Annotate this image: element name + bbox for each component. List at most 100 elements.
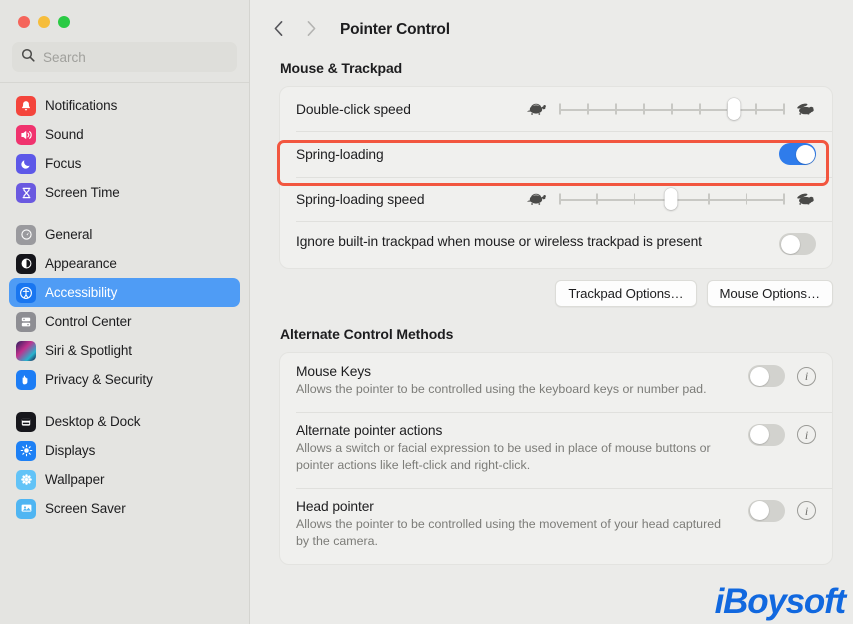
sidebar-item-control-center[interactable]: Control Center — [9, 307, 240, 336]
card-alternate-control-methods: Mouse Keys Allows the pointer to be cont… — [279, 352, 833, 566]
sidebar-item-label: Privacy & Security — [45, 372, 153, 387]
sidebar-group-1: Notifications Sound Focus Screen Time — [9, 91, 240, 207]
sound-icon — [16, 124, 36, 145]
spring-loading-speed-slider[interactable] — [526, 188, 816, 210]
sidebar-item-screen-saver[interactable]: Screen Saver — [9, 494, 240, 523]
alternate-pointer-actions-info-button[interactable]: i — [797, 425, 816, 445]
screen-saver-icon — [16, 498, 36, 519]
section-header-mouse-trackpad: Mouse & Trackpad — [280, 60, 403, 76]
row-description: Allows the pointer to be controlled usin… — [296, 382, 707, 396]
mouse-keys-info-button[interactable]: i — [797, 366, 816, 386]
search-container — [0, 28, 249, 82]
mouse-keys-toggle[interactable] — [748, 365, 785, 387]
system-settings-window: Notifications Sound Focus — [0, 0, 853, 624]
search-box[interactable] — [12, 42, 237, 72]
row-mouse-keys: Mouse Keys Allows the pointer to be cont… — [280, 353, 832, 412]
spring-loading-toggle[interactable] — [779, 143, 816, 165]
settings-content: Mouse & Trackpad Double-click speed Spri… — [250, 60, 853, 566]
sidebar-item-general[interactable]: General — [9, 220, 240, 249]
focus-icon — [16, 153, 36, 174]
row-spring-loading-speed: Spring-loading speed — [280, 177, 832, 221]
row-description: Allows the pointer to be controlled usin… — [296, 516, 721, 549]
sidebar-item-desktop-dock[interactable]: Desktop & Dock — [9, 407, 240, 436]
slider-thumb[interactable] — [727, 98, 741, 120]
traffic-lights — [0, 0, 249, 28]
head-pointer-info-button[interactable]: i — [797, 501, 816, 521]
double-click-speed-slider[interactable] — [526, 98, 816, 120]
sidebar-item-label: Sound — [45, 127, 84, 142]
screen-time-icon — [16, 182, 36, 203]
toggle-knob — [780, 234, 800, 254]
sidebar-item-label: Displays — [45, 443, 96, 458]
sidebar-item-label: Control Center — [45, 314, 132, 329]
control-center-icon — [16, 311, 36, 332]
turtle-icon — [526, 192, 548, 206]
zoom-button[interactable] — [58, 16, 70, 28]
ignore-builtin-trackpad-toggle[interactable] — [779, 233, 816, 255]
card-mouse-trackpad: Double-click speed Spring-loading Spring… — [279, 86, 833, 269]
row-label: Ignore built-in trackpad when mouse or w… — [296, 234, 702, 249]
wallpaper-icon — [16, 469, 36, 490]
sidebar-item-label: Accessibility — [45, 285, 118, 300]
sidebar-item-wallpaper[interactable]: Wallpaper — [9, 465, 240, 494]
row-spring-loading: Spring-loading — [280, 131, 832, 177]
alternate-pointer-actions-toggle[interactable] — [748, 423, 785, 446]
row-label: Spring-loading speed — [296, 191, 425, 207]
page-title: Pointer Control — [340, 21, 450, 38]
sidebar-item-label: Appearance — [45, 256, 117, 271]
sidebar-item-label: Screen Time — [45, 185, 120, 200]
sidebar-item-label: Wallpaper — [45, 472, 105, 487]
sidebar-item-privacy-security[interactable]: Privacy & Security — [9, 365, 240, 394]
sidebar-item-displays[interactable]: Displays — [9, 436, 240, 465]
row-label: Double-click speed — [296, 101, 411, 117]
toggle-knob — [749, 366, 769, 386]
sidebar-nav: Notifications Sound Focus Screen Time Ge… — [0, 83, 249, 624]
turtle-icon — [526, 102, 548, 116]
mouse-options-button[interactable]: Mouse Options… — [706, 280, 833, 307]
toggle-knob — [749, 501, 769, 521]
sidebar-item-label: General — [45, 227, 93, 242]
row-title: Head pointer — [296, 498, 374, 514]
appearance-icon — [16, 253, 36, 274]
displays-icon — [16, 440, 36, 461]
general-icon — [16, 224, 36, 245]
row-double-click-speed: Double-click speed — [280, 87, 832, 131]
row-head-pointer: Head pointer Allows the pointer to be co… — [280, 487, 832, 564]
slider-track[interactable] — [559, 98, 785, 120]
search-input[interactable] — [43, 49, 228, 65]
sidebar-item-accessibility[interactable]: Accessibility — [9, 278, 240, 307]
slider-thumb[interactable] — [664, 188, 678, 210]
row-ignore-builtin-trackpad: Ignore built-in trackpad when mouse or w… — [280, 221, 832, 268]
back-button[interactable] — [266, 17, 292, 43]
row-title: Mouse Keys — [296, 364, 371, 379]
row-description: Allows a switch or facial expression to … — [296, 440, 711, 473]
section-header-alternate-control-methods: Alternate Control Methods — [280, 326, 454, 342]
slider-track[interactable] — [559, 188, 785, 210]
mouse-trackpad-buttons: Trackpad Options… Mouse Options… — [279, 280, 833, 307]
sidebar-item-focus[interactable]: Focus — [9, 149, 240, 178]
sidebar-group-2: General Appearance Accessibility Control… — [9, 220, 240, 394]
toolbar: Pointer Control — [250, 0, 853, 46]
sidebar-item-label: Notifications — [45, 98, 118, 113]
toggle-knob — [749, 425, 769, 445]
rabbit-icon — [794, 192, 816, 206]
sidebar: Notifications Sound Focus — [0, 0, 250, 624]
row-alternate-pointer-actions: Alternate pointer actions Allows a switc… — [280, 411, 832, 488]
sidebar-item-screen-time[interactable]: Screen Time — [9, 178, 240, 207]
sidebar-item-siri-spotlight[interactable]: Siri & Spotlight — [9, 336, 240, 365]
trackpad-options-button[interactable]: Trackpad Options… — [555, 280, 697, 307]
notifications-icon — [16, 95, 36, 116]
sidebar-item-appearance[interactable]: Appearance — [9, 249, 240, 278]
search-icon — [21, 48, 35, 67]
forward-button[interactable] — [298, 17, 324, 43]
toggle-knob — [795, 144, 815, 164]
head-pointer-toggle[interactable] — [748, 499, 785, 522]
row-title: Alternate pointer actions — [296, 422, 443, 438]
siri-icon — [16, 340, 36, 361]
watermark: iBoysoft — [714, 582, 847, 621]
sidebar-item-notifications[interactable]: Notifications — [9, 91, 240, 120]
sidebar-item-sound[interactable]: Sound — [9, 120, 240, 149]
sidebar-item-label: Screen Saver — [45, 501, 126, 516]
close-button[interactable] — [18, 16, 30, 28]
minimize-button[interactable] — [38, 16, 50, 28]
